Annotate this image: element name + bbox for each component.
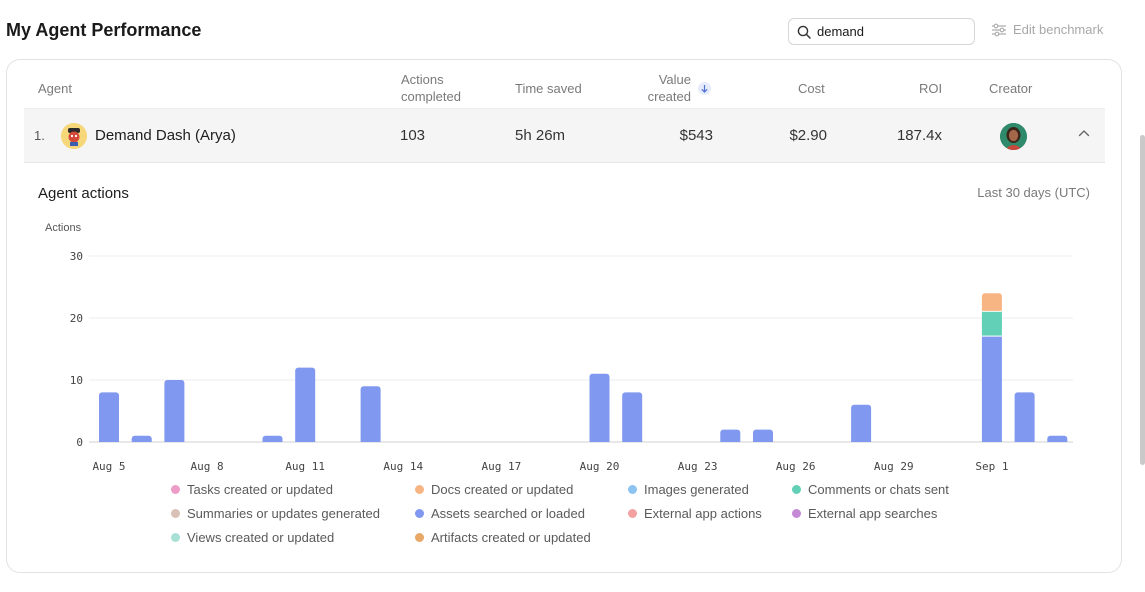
chart-bar	[360, 386, 381, 442]
legend-item[interactable]: External app searches	[792, 506, 937, 521]
legend-label: Docs created or updated	[431, 482, 574, 497]
x-tick-label: Aug 20	[580, 460, 620, 473]
legend-swatch	[171, 485, 180, 494]
chart-bar	[589, 373, 610, 442]
legend-label: Summaries or updates generated	[187, 506, 380, 521]
legend-item[interactable]: Assets searched or loaded	[415, 506, 585, 521]
legend-label: Images generated	[644, 482, 749, 497]
search-icon	[797, 25, 811, 39]
chart-bar-base	[295, 439, 316, 442]
legend-swatch	[171, 509, 180, 518]
chart-bar-base	[164, 439, 185, 442]
chart-bar-base	[131, 439, 152, 442]
legend-swatch	[171, 533, 180, 542]
y-tick-label: 0	[76, 436, 83, 449]
x-tick-label: Aug 11	[285, 460, 325, 473]
legend-label: Tasks created or updated	[187, 482, 333, 497]
legend-swatch	[628, 509, 637, 518]
chart-bar	[99, 392, 119, 442]
legend-item[interactable]: Artifacts created or updated	[415, 530, 591, 545]
x-tick-label: Aug 17	[482, 460, 522, 473]
chart-bar-base	[851, 439, 872, 442]
agent-performance-card: Agent Actions completed Time saved Value…	[6, 59, 1122, 573]
legend-label: Views created or updated	[187, 530, 335, 545]
chart-bar-base	[99, 439, 119, 442]
x-tick-label: Sep 1	[975, 460, 1008, 473]
edit-benchmark-button[interactable]: Edit benchmark	[991, 22, 1103, 37]
page-scrollbar[interactable]	[1140, 135, 1145, 465]
x-tick-label: Aug 23	[678, 460, 718, 473]
x-tick-label: Aug 8	[191, 460, 224, 473]
legend-item[interactable]: External app actions	[628, 506, 762, 521]
legend-item[interactable]: Images generated	[628, 482, 749, 497]
sliders-icon	[992, 23, 1006, 36]
chart-bar-base	[360, 439, 381, 442]
chart-bar-base	[622, 439, 643, 442]
chart-bar-base	[1047, 439, 1068, 442]
page-title: My Agent Performance	[6, 20, 202, 40]
legend-label: External app actions	[644, 506, 762, 521]
legend-item[interactable]: Docs created or updated	[415, 482, 573, 497]
legend-item[interactable]: Tasks created or updated	[171, 482, 333, 497]
legend-label: Comments or chats sent	[808, 482, 949, 497]
legend-item[interactable]: Views created or updated	[171, 530, 334, 545]
legend-item[interactable]: Comments or chats sent	[792, 482, 949, 497]
chart-bar-base	[262, 439, 283, 442]
chart-bar	[622, 392, 643, 442]
chart-bar	[851, 404, 872, 442]
x-tick-label: Aug 5	[92, 460, 125, 473]
y-axis-title: Actions	[45, 222, 82, 234]
legend-swatch	[415, 485, 424, 494]
legend-swatch	[792, 509, 801, 518]
chart-bar	[295, 367, 316, 442]
chart-bar-base	[981, 307, 1002, 311]
legend-swatch	[792, 485, 801, 494]
legend-item[interactable]: Summaries or updates generated	[171, 506, 380, 521]
chart-bar	[981, 311, 1002, 336]
x-tick-label: Aug 29	[874, 460, 914, 473]
search-input[interactable]	[817, 24, 967, 39]
y-tick-label: 30	[70, 250, 83, 263]
chart-bar-base	[753, 439, 773, 442]
legend-swatch	[415, 509, 424, 518]
x-tick-label: Aug 26	[776, 460, 816, 473]
legend-swatch	[415, 533, 424, 542]
chart-bar	[981, 336, 1002, 442]
chart-bar	[164, 380, 185, 442]
legend-label: Assets searched or loaded	[431, 506, 585, 521]
search-field[interactable]	[788, 18, 975, 45]
chart-bar-base	[720, 439, 741, 442]
legend-swatch	[628, 485, 637, 494]
edit-benchmark-label: Edit benchmark	[1013, 22, 1104, 37]
legend-label: External app searches	[808, 506, 938, 521]
chart-bar	[1014, 392, 1035, 442]
y-tick-label: 20	[70, 312, 83, 325]
chart-bar-base	[1014, 439, 1035, 442]
legend-label: Artifacts created or updated	[431, 530, 591, 545]
x-tick-label: Aug 14	[383, 460, 423, 473]
y-tick-label: 10	[70, 374, 83, 387]
chart-bar-base	[589, 439, 610, 442]
